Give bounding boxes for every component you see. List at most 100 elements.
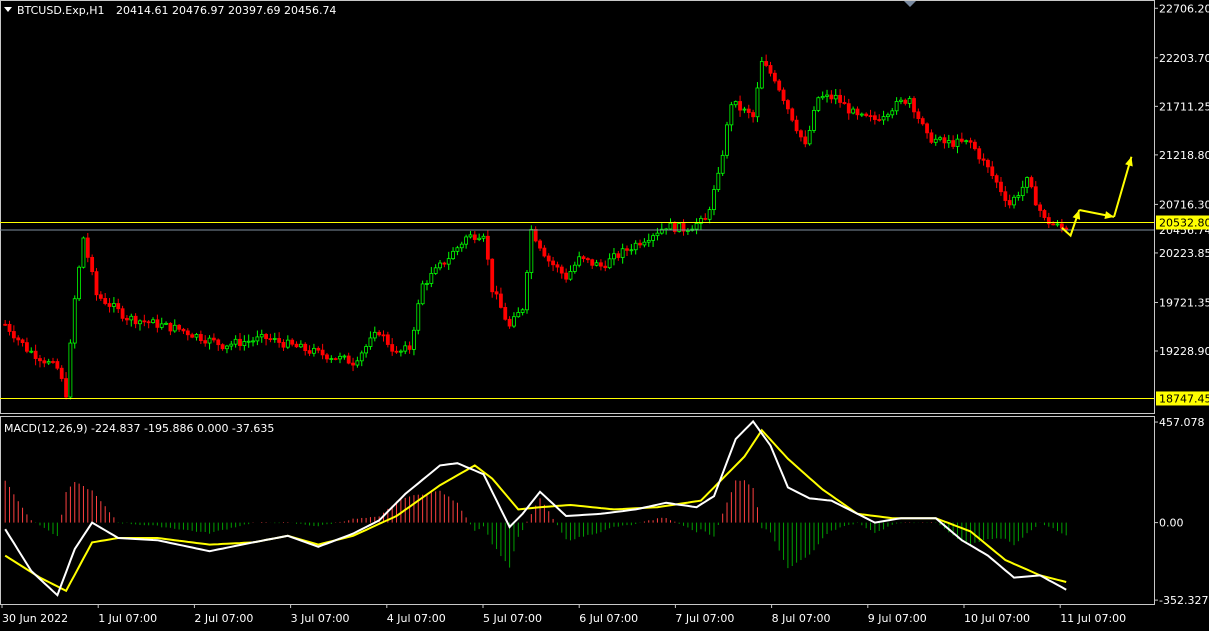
candle-body <box>516 312 521 318</box>
candle-body <box>412 329 416 350</box>
candle <box>546 253 551 267</box>
candle <box>664 227 669 235</box>
candle-body <box>807 130 812 145</box>
candle-body <box>342 355 347 358</box>
candle <box>442 261 447 268</box>
candle <box>312 343 316 357</box>
candle <box>394 346 399 354</box>
candle-body <box>216 339 221 346</box>
candle-body <box>385 334 390 345</box>
candle <box>346 352 351 365</box>
candle <box>746 104 751 119</box>
candle <box>712 185 716 216</box>
candle-body <box>525 272 529 311</box>
candle-body <box>825 94 829 97</box>
candle <box>786 98 790 114</box>
candle-body <box>442 262 447 265</box>
candle <box>772 70 777 84</box>
candle-body <box>212 337 216 341</box>
candle-body <box>90 256 95 273</box>
candle-body <box>685 230 690 232</box>
shift-marker-icon[interactable] <box>904 1 916 7</box>
candle <box>929 129 934 144</box>
candle-body <box>607 258 612 269</box>
trading-chart-window: BTCUSD.Exp,H1 20414.61 20476.97 20397.69… <box>0 0 1209 627</box>
candle-body <box>151 319 155 323</box>
candle-body <box>481 235 486 239</box>
candle <box>799 129 803 142</box>
candle-body <box>838 94 842 103</box>
candle-body <box>938 137 942 140</box>
candle <box>881 110 886 125</box>
symbol-dropdown-icon[interactable] <box>4 7 12 12</box>
candle-body <box>1042 210 1047 218</box>
candle <box>451 247 455 260</box>
candle-body <box>907 98 912 104</box>
candle-body <box>459 243 464 249</box>
candle-body <box>464 236 469 245</box>
candle <box>129 313 134 327</box>
candle-body <box>759 61 764 89</box>
candle-body <box>733 101 738 106</box>
candle <box>503 302 508 321</box>
candle-body <box>603 265 608 269</box>
candle-body <box>503 307 508 320</box>
candle-body <box>359 352 364 362</box>
candle <box>281 339 286 351</box>
price-tick-label: 21218.80 <box>1159 149 1209 162</box>
candle <box>612 248 616 266</box>
candle <box>98 291 103 301</box>
candle-body <box>325 354 329 360</box>
candle <box>1025 176 1029 194</box>
candle <box>507 316 512 329</box>
candle <box>694 218 699 235</box>
candle <box>1007 194 1012 209</box>
candle-body <box>951 140 956 147</box>
candle-body <box>77 266 81 300</box>
candle-body <box>181 328 186 332</box>
candle-body <box>833 94 838 100</box>
candle <box>551 256 555 272</box>
candle <box>1042 208 1047 221</box>
candle <box>290 338 295 347</box>
candle-body <box>1038 204 1043 211</box>
candle-body <box>551 260 555 266</box>
candle-body <box>772 72 777 82</box>
candle <box>494 285 499 300</box>
candle-body <box>485 235 490 260</box>
candle <box>116 298 121 313</box>
candle-body <box>655 232 660 237</box>
candle-body <box>133 315 138 325</box>
candle-body <box>198 334 203 341</box>
candle <box>1016 191 1021 201</box>
candle-body <box>559 266 564 274</box>
candle-body <box>433 267 438 274</box>
candle-body <box>585 258 590 261</box>
candle <box>225 344 229 354</box>
candle-body <box>929 132 934 143</box>
candle <box>111 297 116 313</box>
candle-body <box>3 323 8 326</box>
candlestick-series <box>3 54 1069 400</box>
chart-svg: BTCUSD.Exp,H1 20414.61 20476.97 20397.69… <box>0 0 1209 625</box>
candle <box>446 251 451 270</box>
candle-body <box>499 293 503 308</box>
candle <box>651 233 655 247</box>
projection-arrow-head <box>1125 156 1133 167</box>
candle <box>755 82 760 123</box>
candle-body <box>620 248 625 258</box>
candle-body <box>333 358 338 360</box>
candle <box>298 340 303 349</box>
candle-body <box>533 228 538 242</box>
candle-body <box>629 249 634 252</box>
candle-body <box>25 342 29 352</box>
candle <box>238 333 242 351</box>
candle-body <box>190 334 195 338</box>
candle <box>703 213 708 221</box>
candle-body <box>16 337 21 341</box>
candle <box>55 358 60 371</box>
candle <box>838 89 842 108</box>
candle <box>994 173 999 189</box>
candle-body <box>720 154 725 174</box>
candle <box>681 219 686 236</box>
